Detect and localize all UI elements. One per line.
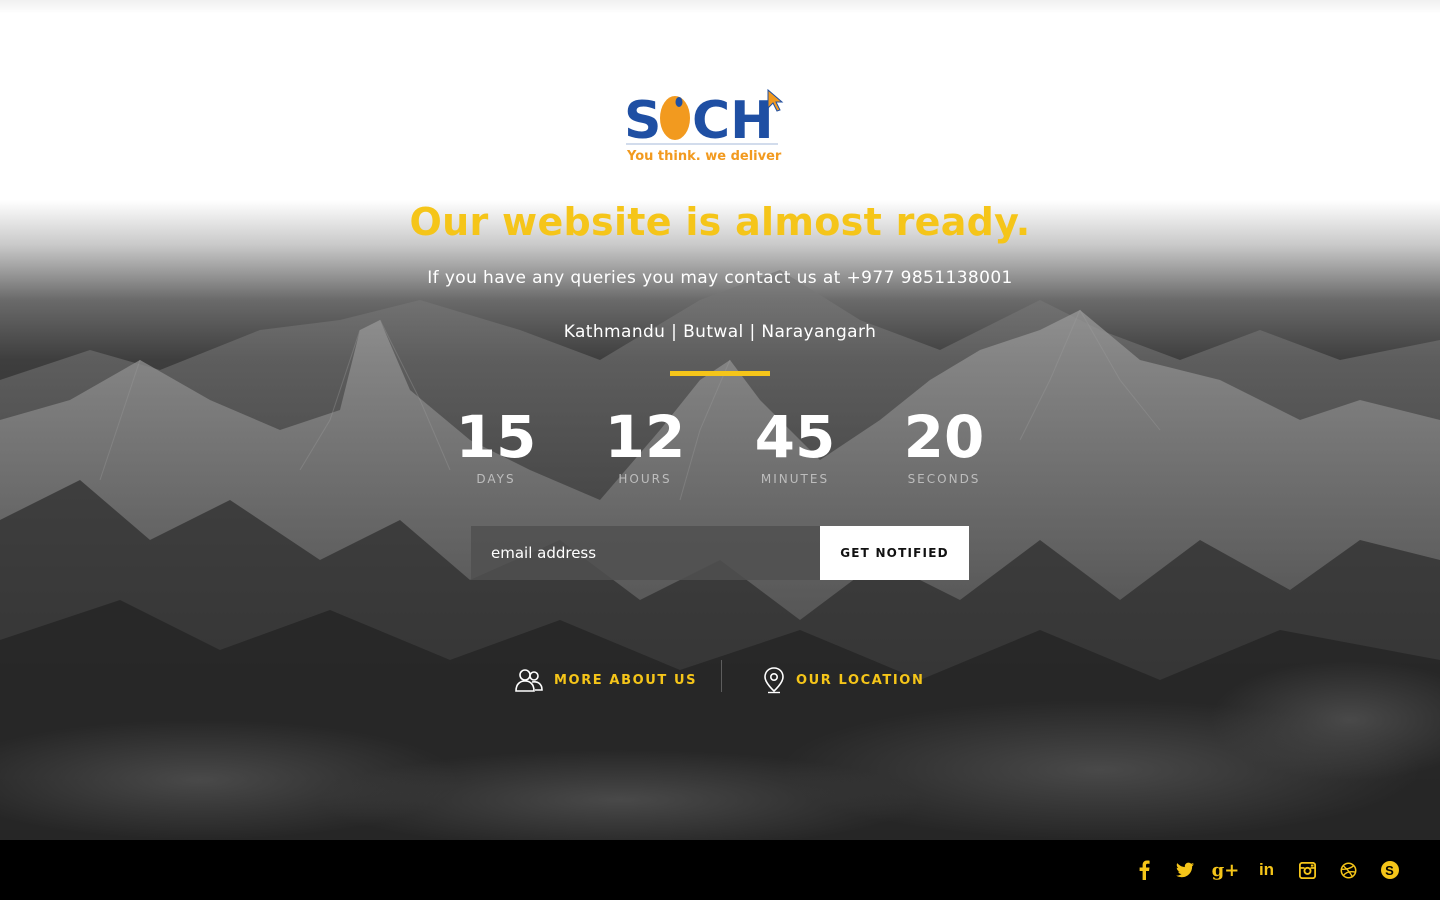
countdown-seconds-label: SECONDS: [907, 472, 981, 486]
countdown-minutes-value: 45: [754, 403, 836, 471]
more-about-us-label: MORE ABOUT US: [554, 672, 698, 688]
top-shadow: [0, 0, 1440, 14]
info-links: MORE ABOUT US OUR LOCATION: [0, 660, 1440, 700]
contact-line: If you have any queries you may contact …: [427, 268, 1013, 288]
twitter-icon[interactable]: [1164, 840, 1205, 900]
skype-glyph: S: [1385, 862, 1394, 878]
more-about-us-link[interactable]: MORE ABOUT US: [514, 660, 697, 700]
get-notified-button[interactable]: GET NOTIFIED: [820, 526, 969, 580]
soch-logo-graphic: S CH You think. we deliver: [624, 88, 784, 164]
google-plus-glyph: g+: [1211, 859, 1240, 881]
instagram-icon[interactable]: [1287, 840, 1328, 900]
our-location-link[interactable]: OUR LOCATION: [762, 660, 924, 700]
skype-badge: S: [1380, 861, 1399, 879]
our-location-label: OUR LOCATION: [796, 672, 925, 688]
countdown-days-label: DAYS: [476, 472, 516, 486]
linkedin-icon[interactable]: in: [1246, 840, 1287, 900]
links-separator: [721, 660, 722, 692]
logo-ch: CH: [692, 91, 774, 151]
footer: g+ in S: [0, 840, 1440, 900]
facebook-icon[interactable]: [1123, 840, 1164, 900]
skype-icon[interactable]: S: [1369, 840, 1410, 900]
countdown-days-value: 15: [455, 403, 537, 471]
google-plus-icon[interactable]: g+: [1205, 840, 1246, 900]
cities-line: Kathmandu | Butwal | Narayangarh: [563, 322, 877, 342]
email-input[interactable]: [471, 526, 820, 580]
logo-o-shape: [660, 96, 690, 140]
countdown-minutes: 45 MINUTES: [725, 402, 865, 486]
countdown-seconds-value: 20: [903, 403, 985, 471]
countdown-timer: 15 DAYS 12 HOURS 45 MINUTES 20 SECONDS: [0, 402, 1440, 492]
notify-form: GET NOTIFIED: [471, 526, 969, 580]
countdown-minutes-label: MINUTES: [760, 472, 830, 486]
social-links: g+ in S: [1123, 840, 1410, 900]
accent-divider: [670, 371, 770, 376]
countdown-hours-label: HOURS: [618, 472, 672, 486]
dribbble-icon[interactable]: [1328, 840, 1369, 900]
users-icon: [515, 669, 543, 692]
countdown-hours: 12 HOURS: [575, 402, 715, 486]
map-pin-icon: [764, 667, 784, 694]
countdown-days: 15 DAYS: [426, 402, 566, 486]
logo-tagline: You think. we deliver: [626, 149, 782, 164]
countdown-seconds: 20 SECONDS: [874, 402, 1014, 486]
page-headline: Our website is almost ready.: [409, 200, 1031, 244]
logo-s: S: [624, 91, 661, 151]
countdown-hours-value: 12: [604, 403, 686, 471]
linkedin-glyph: in: [1258, 860, 1275, 879]
soch-logo[interactable]: S CH You think. we deliver: [620, 86, 790, 166]
